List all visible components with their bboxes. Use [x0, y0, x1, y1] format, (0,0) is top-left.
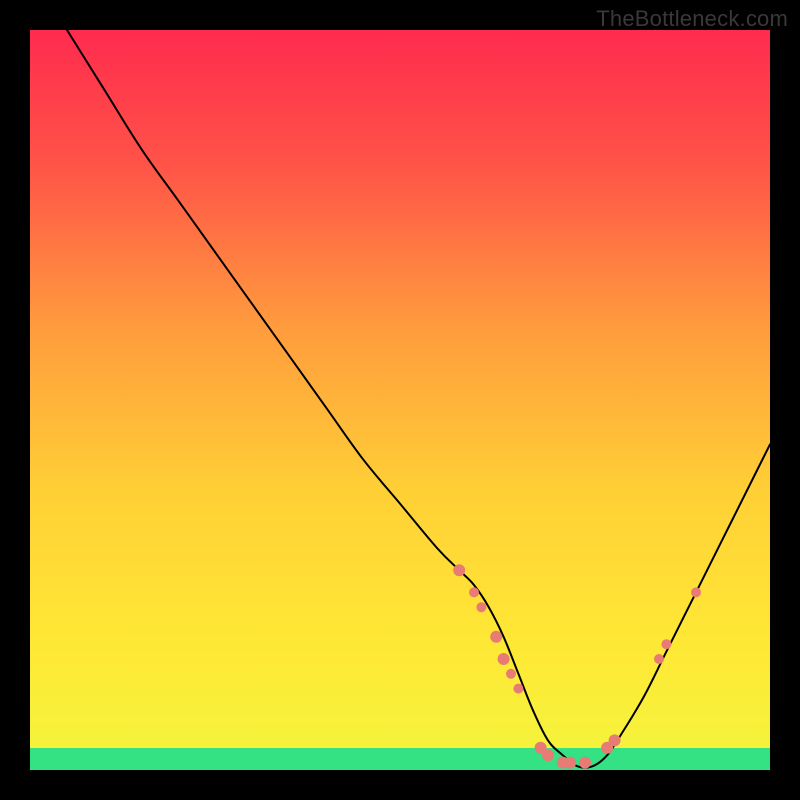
data-marker — [513, 684, 523, 694]
data-marker — [579, 757, 591, 769]
data-marker — [654, 654, 664, 664]
watermark-label: TheBottleneck.com — [596, 6, 788, 32]
data-marker — [609, 734, 621, 746]
data-marker — [453, 564, 465, 576]
data-marker — [564, 757, 576, 769]
bottleneck-chart — [30, 30, 770, 770]
data-marker — [490, 631, 502, 643]
data-marker — [498, 653, 510, 665]
data-marker — [476, 602, 486, 612]
green-band — [30, 748, 770, 770]
data-marker — [506, 669, 516, 679]
data-marker — [542, 749, 554, 761]
data-marker — [661, 639, 671, 649]
data-marker — [691, 587, 701, 597]
data-marker — [469, 587, 479, 597]
plot-frame — [30, 30, 770, 770]
